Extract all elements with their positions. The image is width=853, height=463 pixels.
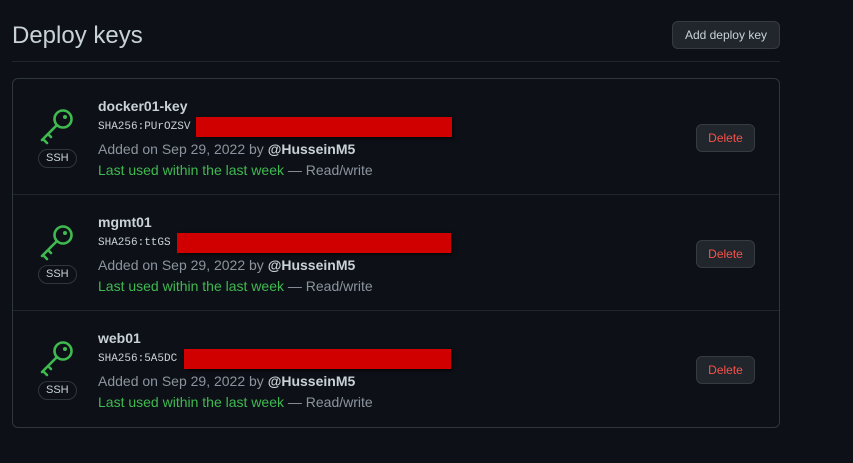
delete-key-button[interactable]: Delete xyxy=(696,356,755,384)
key-icon xyxy=(40,341,73,377)
key-icon xyxy=(40,225,73,261)
added-text: Added on Sep 29, 2022 by xyxy=(98,257,268,273)
last-used-text: Last used within the last week xyxy=(98,278,284,294)
key-added-info: Added on Sep 29, 2022 by @HusseinM5 xyxy=(98,257,355,273)
deploy-key-row: SSH docker01-key SHA256:PUrOZSV Added on… xyxy=(13,79,779,195)
access-level: — Read/write xyxy=(284,278,373,294)
redaction-bar xyxy=(196,117,452,137)
key-title: docker01-key xyxy=(98,98,188,114)
added-by-user-link[interactable]: @HusseinM5 xyxy=(268,257,356,273)
ssh-badge: SSH xyxy=(38,265,77,284)
key-usage-info: Last used within the last week — Read/wr… xyxy=(98,278,373,294)
deploy-key-row: SSH mgmt01 SHA256:ttGS Added on Sep 29, … xyxy=(13,195,779,311)
delete-key-button[interactable]: Delete xyxy=(696,240,755,268)
added-by-user-link[interactable]: @HusseinM5 xyxy=(268,141,356,157)
added-text: Added on Sep 29, 2022 by xyxy=(98,373,268,389)
last-used-text: Last used within the last week xyxy=(98,394,284,410)
page-title: Deploy keys xyxy=(12,22,143,49)
key-usage-info: Last used within the last week — Read/wr… xyxy=(98,394,373,410)
key-title: web01 xyxy=(98,330,141,346)
deploy-key-row: SSH web01 SHA256:5A5DC Added on Sep 29, … xyxy=(13,311,779,427)
redaction-bar xyxy=(177,233,451,253)
key-added-info: Added on Sep 29, 2022 by @HusseinM5 xyxy=(98,141,355,157)
key-icon xyxy=(40,109,73,145)
deploy-key-list: SSH docker01-key SHA256:PUrOZSV Added on… xyxy=(12,78,780,428)
redaction-bar xyxy=(184,349,451,369)
key-fingerprint: SHA256:ttGS xyxy=(98,237,171,249)
key-title: mgmt01 xyxy=(98,214,152,230)
delete-key-button[interactable]: Delete xyxy=(696,124,755,152)
ssh-badge: SSH xyxy=(38,381,77,400)
add-deploy-key-button[interactable]: Add deploy key xyxy=(671,21,780,49)
key-fingerprint: SHA256:PUrOZSV xyxy=(98,121,191,133)
key-added-info: Added on Sep 29, 2022 by @HusseinM5 xyxy=(98,373,355,389)
key-fingerprint: SHA256:5A5DC xyxy=(98,353,178,365)
page-header: Deploy keys Add deploy key xyxy=(12,14,780,62)
last-used-text: Last used within the last week xyxy=(98,162,284,178)
added-text: Added on Sep 29, 2022 by xyxy=(98,141,268,157)
ssh-badge: SSH xyxy=(38,149,77,168)
access-level: — Read/write xyxy=(284,162,373,178)
key-usage-info: Last used within the last week — Read/wr… xyxy=(98,162,373,178)
access-level: — Read/write xyxy=(284,394,373,410)
added-by-user-link[interactable]: @HusseinM5 xyxy=(268,373,356,389)
